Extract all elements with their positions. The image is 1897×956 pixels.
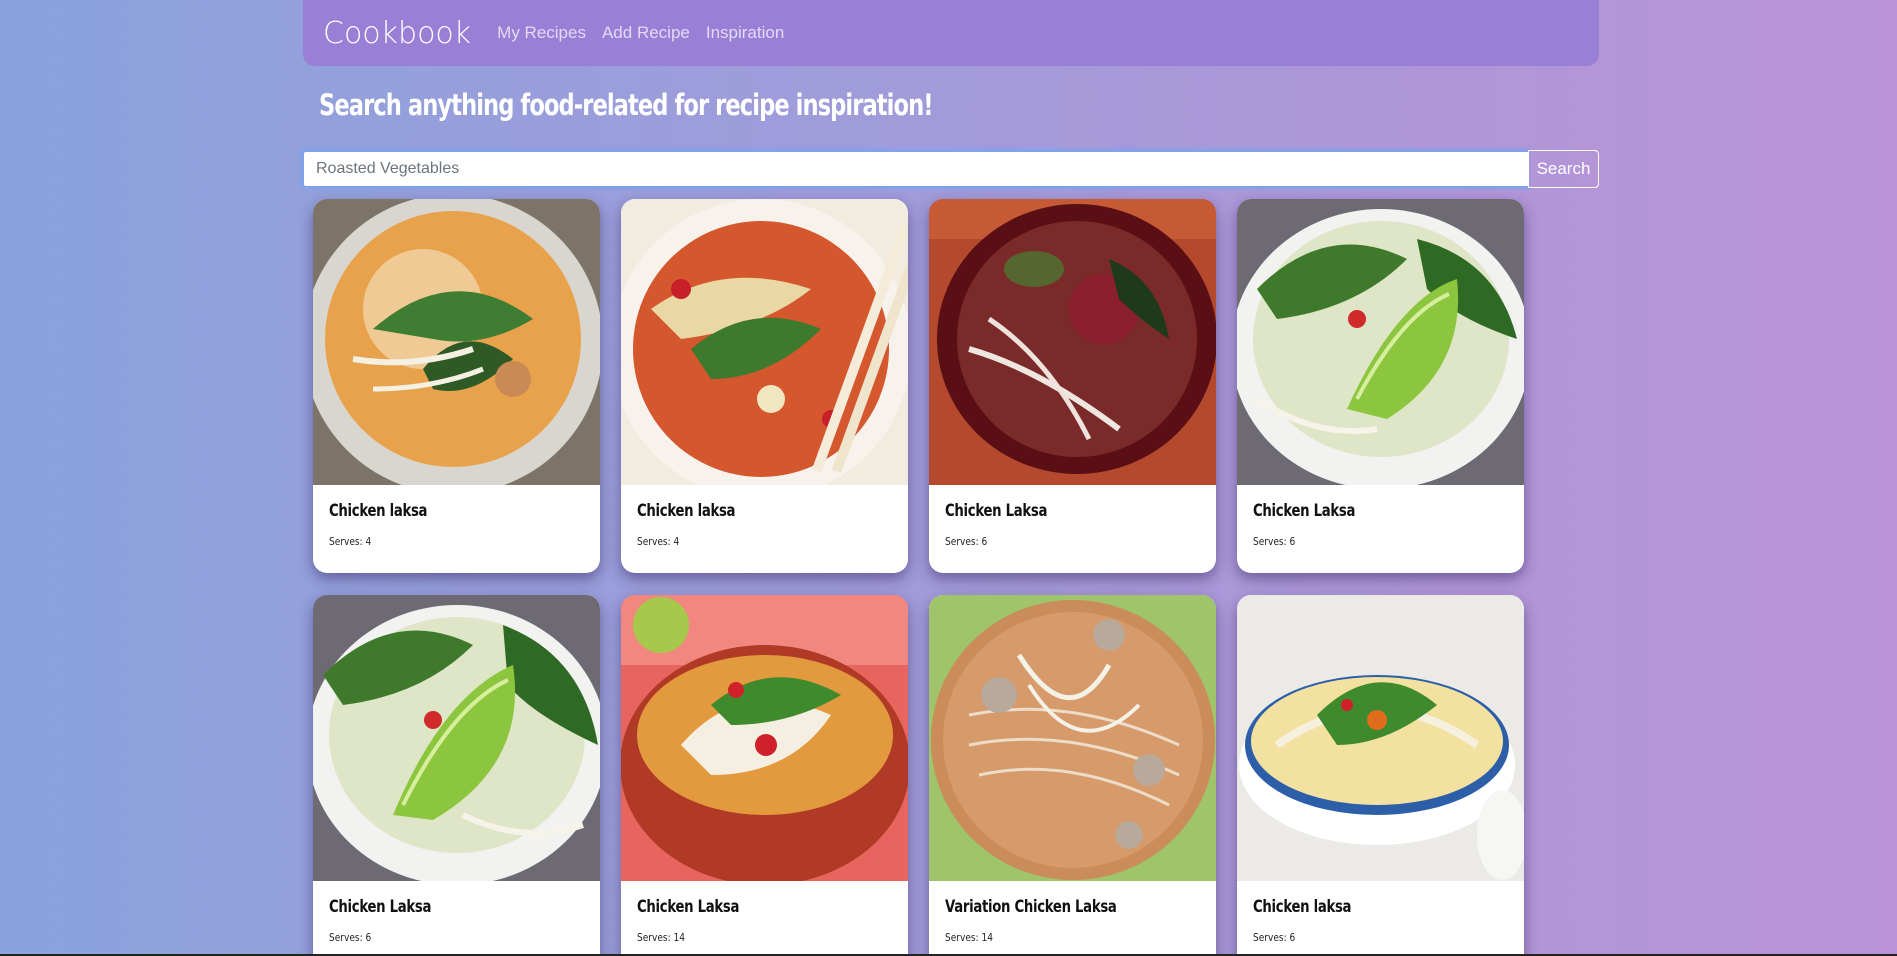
recipe-card[interactable]: Chicken Laksa Serves: 6 <box>313 595 600 956</box>
recipe-title: Chicken Laksa <box>329 897 432 917</box>
recipe-image <box>621 199 908 485</box>
navbar: Cookbook My Recipes Add Recipe Inspirati… <box>303 0 1599 66</box>
recipe-title: Chicken laksa <box>329 501 428 521</box>
recipe-serves: Serves: 6 <box>945 535 988 548</box>
nav-link-my-recipes[interactable]: My Recipes <box>497 23 586 43</box>
recipe-image <box>621 595 908 881</box>
recipe-image <box>313 595 600 881</box>
recipe-serves: Serves: 6 <box>329 931 372 944</box>
recipe-title: Chicken laksa <box>637 501 736 521</box>
recipe-title: Variation Chicken Laksa <box>945 897 1117 917</box>
nav-link-add-recipe[interactable]: Add Recipe <box>602 23 690 43</box>
recipe-title: Chicken Laksa <box>637 897 740 917</box>
recipe-image <box>929 199 1216 485</box>
recipe-card[interactable]: Variation Chicken Laksa Serves: 14 <box>929 595 1216 956</box>
brand-logo[interactable]: Cookbook <box>323 16 471 51</box>
search-bar: Search <box>302 150 1599 188</box>
recipe-card[interactable]: Chicken laksa Serves: 4 <box>621 199 908 573</box>
recipe-title: Chicken Laksa <box>1253 501 1356 521</box>
nav-link-inspiration[interactable]: Inspiration <box>706 23 784 43</box>
recipe-grid: Chicken laksa Serves: 4 Chicken laksa Se… <box>313 199 1524 956</box>
recipe-image <box>313 199 600 485</box>
recipe-serves: Serves: 14 <box>637 931 685 944</box>
recipe-title: Chicken laksa <box>1253 897 1352 917</box>
recipe-serves: Serves: 4 <box>329 535 372 548</box>
recipe-image <box>929 595 1216 881</box>
recipe-serves: Serves: 6 <box>1253 931 1296 944</box>
recipe-title: Chicken Laksa <box>945 501 1048 521</box>
page-headline: Search anything food-related for recipe … <box>319 88 934 122</box>
recipe-image <box>1237 199 1524 485</box>
recipe-card[interactable]: Chicken Laksa Serves: 6 <box>1237 199 1524 573</box>
search-button[interactable]: Search <box>1528 150 1599 188</box>
recipe-card[interactable]: Chicken laksa Serves: 4 <box>313 199 600 573</box>
recipe-card[interactable]: Chicken Laksa Serves: 14 <box>621 595 908 956</box>
search-input[interactable] <box>302 150 1528 188</box>
recipe-serves: Serves: 6 <box>1253 535 1296 548</box>
recipe-card[interactable]: Chicken laksa Serves: 6 <box>1237 595 1524 956</box>
recipe-serves: Serves: 14 <box>945 931 993 944</box>
recipe-image <box>1237 595 1524 881</box>
recipe-card[interactable]: Chicken Laksa Serves: 6 <box>929 199 1216 573</box>
recipe-serves: Serves: 4 <box>637 535 680 548</box>
